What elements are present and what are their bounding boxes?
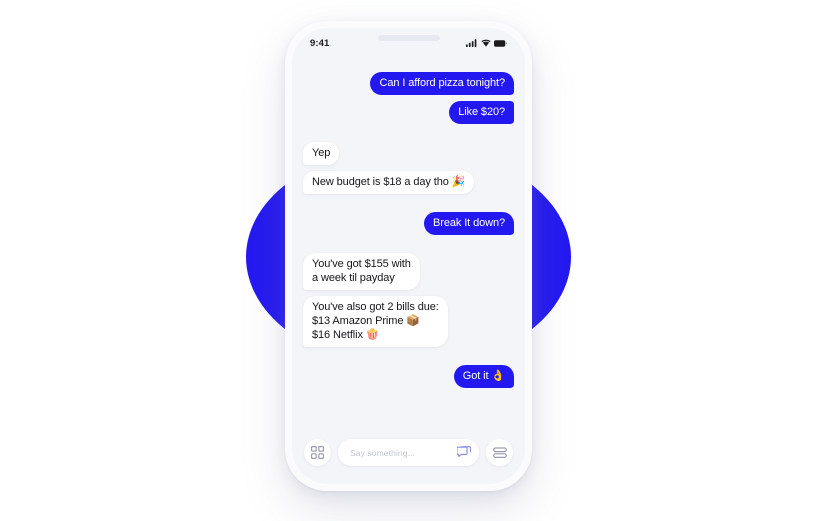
message-group-gap	[303, 130, 514, 136]
message-list: Can I afford pizza tonight? Like $20? Ye…	[292, 58, 525, 439]
message-row: You've got $155 with a week til payday	[303, 253, 514, 290]
menu-button[interactable]	[486, 439, 513, 466]
message-group-gap	[303, 241, 514, 247]
message-bubble-outgoing[interactable]: Break It down?	[424, 212, 514, 235]
message-bubble-outgoing[interactable]: Got it 👌	[453, 365, 514, 388]
status-bar: 9:41	[292, 28, 525, 58]
signal-icon	[466, 39, 477, 47]
message-bubble-outgoing[interactable]: Like $20?	[449, 101, 514, 124]
message-row: Got it 👌	[303, 365, 514, 388]
message-group-gap	[303, 200, 514, 206]
message-bubble-outgoing[interactable]: Can I afford pizza tonight?	[370, 72, 514, 95]
status-time: 9:41	[310, 37, 330, 49]
grid-button[interactable]	[304, 439, 331, 466]
phone-mockup: 9:41 Can I afford pizza tonight? Like $2…	[285, 21, 532, 491]
message-group-gap	[303, 353, 514, 359]
message-bubble-incoming[interactable]: Yep	[303, 142, 340, 165]
wifi-icon	[480, 39, 491, 47]
phone-screen: 9:41 Can I afford pizza tonight? Like $2…	[292, 28, 525, 484]
message-row: You've also got 2 bills due: $13 Amazon …	[303, 296, 514, 347]
message-input-wrapper[interactable]: Say something...	[338, 439, 479, 466]
message-bubble-incoming[interactable]: You've also got 2 bills due: $13 Amazon …	[303, 296, 448, 347]
status-icons	[466, 39, 507, 47]
stacked-lines-icon	[492, 446, 507, 459]
composer-bar: Say something...	[292, 439, 525, 484]
message-row: Yep	[303, 142, 514, 165]
message-bubble-incoming[interactable]: New budget is $18 a day tho 🎉	[303, 171, 475, 194]
message-row: Break It down?	[303, 212, 514, 235]
scene: 9:41 Can I afford pizza tonight? Like $2…	[0, 0, 817, 521]
battery-icon	[494, 39, 507, 47]
grid-icon	[311, 446, 324, 459]
chat-bubble-icon[interactable]	[457, 446, 471, 459]
message-row: Like $20?	[303, 101, 514, 124]
message-row: Can I afford pizza tonight?	[303, 72, 514, 95]
message-bubble-incoming[interactable]: You've got $155 with a week til payday	[303, 253, 420, 290]
message-row: New budget is $18 a day tho 🎉	[303, 171, 514, 194]
message-input[interactable]: Say something...	[350, 448, 451, 458]
